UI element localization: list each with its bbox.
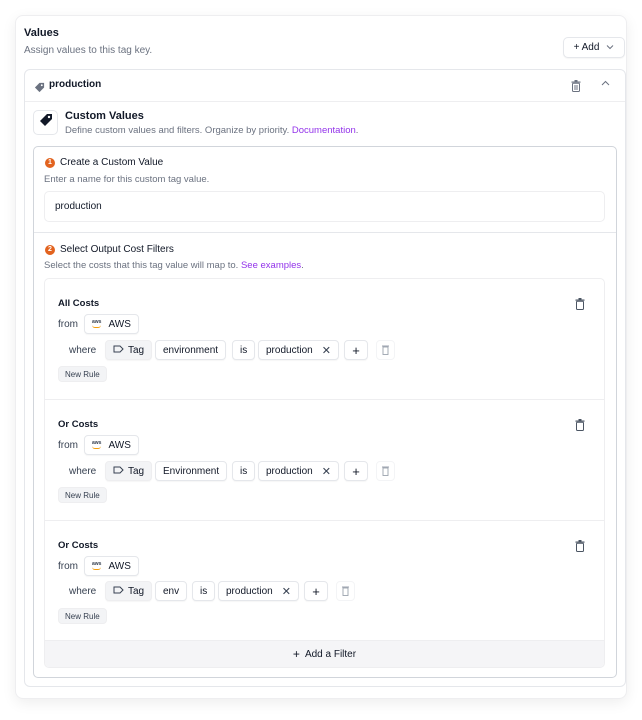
delete-filter-button[interactable] xyxy=(575,418,585,436)
tag-value-select[interactable]: production ✕ xyxy=(258,340,339,360)
step-2-badge: 2 xyxy=(45,244,55,255)
add-value-button[interactable]: + Add xyxy=(563,37,625,58)
provider-label: AWS xyxy=(108,318,131,330)
tag-key-select[interactable]: environment xyxy=(155,340,227,360)
tag-value-select[interactable]: production ✕ xyxy=(258,461,339,481)
filter-block: Or Costs from aws AWS where Tag Environm… xyxy=(45,400,604,521)
period: . xyxy=(301,260,304,271)
from-label: from xyxy=(58,561,78,572)
delete-condition-button[interactable] xyxy=(376,461,395,481)
filter-title: Or Costs xyxy=(58,540,99,551)
step-1-badge: 1 xyxy=(45,157,55,168)
section-divider xyxy=(34,232,616,233)
plus-icon: + xyxy=(292,647,300,661)
cost-filters: All Costs from aws AWS where Tag environ… xyxy=(44,278,605,668)
custom-values-description: Define custom values and filters. Organi… xyxy=(65,125,290,136)
provider-select[interactable]: aws AWS xyxy=(84,556,139,576)
values-subtitle: Assign values to this tag key. xyxy=(24,45,153,56)
close-icon[interactable]: ✕ xyxy=(282,585,291,598)
chevron-down-icon xyxy=(606,43,614,52)
where-label: where xyxy=(69,345,97,356)
delete-filter-button[interactable] xyxy=(575,297,585,315)
plus-icon: + xyxy=(352,342,360,358)
step-1-heading: 1 Create a Custom Value xyxy=(45,157,163,168)
chevron-up-icon[interactable] xyxy=(601,78,610,89)
where-label: where xyxy=(69,466,97,477)
delete-filter-button[interactable] xyxy=(575,539,585,557)
add-condition-button[interactable]: + xyxy=(304,581,328,601)
close-icon[interactable]: ✕ xyxy=(322,344,331,357)
filter-title: All Costs xyxy=(58,298,100,309)
values-title: Values xyxy=(24,27,59,39)
step-1-subtitle: Enter a name for this custom tag value. xyxy=(44,174,210,185)
aws-logo-icon: aws xyxy=(92,320,101,328)
operator-select[interactable]: is xyxy=(232,340,256,360)
add-value-label: + Add xyxy=(573,42,600,53)
new-rule-button[interactable]: New Rule xyxy=(58,366,107,382)
aws-logo-icon: aws xyxy=(92,562,101,570)
delete-condition-button[interactable] xyxy=(336,581,355,601)
close-icon[interactable]: ✕ xyxy=(322,465,331,478)
provider-label: AWS xyxy=(108,439,131,451)
add-filter-label: Add a Filter xyxy=(304,648,357,660)
operator-select[interactable]: is xyxy=(192,581,216,601)
filter-type-select[interactable]: Tag xyxy=(105,340,153,360)
from-label: from xyxy=(58,440,78,451)
label-icon xyxy=(113,466,124,477)
period: . xyxy=(355,125,359,136)
step-2-heading: 2 Select Output Cost Filters xyxy=(45,244,174,255)
delete-condition-button[interactable] xyxy=(376,340,395,360)
documentation-link[interactable]: Documentation xyxy=(292,125,356,136)
tag-key-select[interactable]: env xyxy=(155,581,188,601)
plus-icon: + xyxy=(312,583,320,599)
label-icon xyxy=(113,345,124,356)
filter-type-select[interactable]: Tag xyxy=(105,581,153,601)
provider-select[interactable]: aws AWS xyxy=(84,314,139,334)
filter-type-label: Tag xyxy=(128,585,145,597)
plus-icon: + xyxy=(352,463,360,479)
aws-logo-icon: aws xyxy=(92,441,101,449)
step-2-subtitle: Select the costs that this tag value wil… xyxy=(44,260,304,271)
new-rule-button[interactable]: New Rule xyxy=(58,487,107,503)
see-examples-link[interactable]: See examples xyxy=(241,260,301,271)
filter-type-label: Tag xyxy=(128,344,145,356)
tag-icon xyxy=(39,113,53,132)
tag-value-name: production xyxy=(49,79,102,90)
tag-value-label: production xyxy=(266,344,313,356)
step-2-title: Select Output Cost Filters xyxy=(60,244,174,255)
filter-type-label: Tag xyxy=(128,465,145,477)
provider-select[interactable]: aws AWS xyxy=(84,435,139,455)
tag-value-label: production xyxy=(266,465,313,477)
new-rule-button[interactable]: New Rule xyxy=(58,608,107,624)
tag-key-select[interactable]: Environment xyxy=(155,461,228,481)
provider-label: AWS xyxy=(108,560,131,572)
custom-values-subtitle: Define custom values and filters. Organi… xyxy=(65,125,358,136)
filter-block: Or Costs from aws AWS where Tag env is p… xyxy=(45,521,604,642)
add-condition-button[interactable]: + xyxy=(344,340,368,360)
custom-value-name-input[interactable] xyxy=(44,191,605,222)
label-icon xyxy=(113,586,124,597)
step-2-description: Select the costs that this tag value wil… xyxy=(44,260,239,271)
delete-value-button[interactable] xyxy=(571,79,581,97)
tag-icon xyxy=(34,80,45,98)
tag-value-select[interactable]: production ✕ xyxy=(218,581,299,601)
custom-values-icon-box xyxy=(33,110,58,135)
step-1-title: Create a Custom Value xyxy=(60,157,164,168)
filter-title: Or Costs xyxy=(58,419,99,430)
add-filter-button[interactable]: + Add a Filter xyxy=(45,640,604,667)
where-label: where xyxy=(69,586,97,597)
from-label: from xyxy=(58,319,78,330)
filter-type-select[interactable]: Tag xyxy=(105,461,153,481)
tag-value-header[interactable]: production xyxy=(25,70,625,102)
filter-block: All Costs from aws AWS where Tag environ… xyxy=(45,279,604,400)
tag-value-label: production xyxy=(226,585,273,597)
add-condition-button[interactable]: + xyxy=(344,461,368,481)
custom-values-title: Custom Values xyxy=(65,110,144,122)
operator-select[interactable]: is xyxy=(232,461,256,481)
